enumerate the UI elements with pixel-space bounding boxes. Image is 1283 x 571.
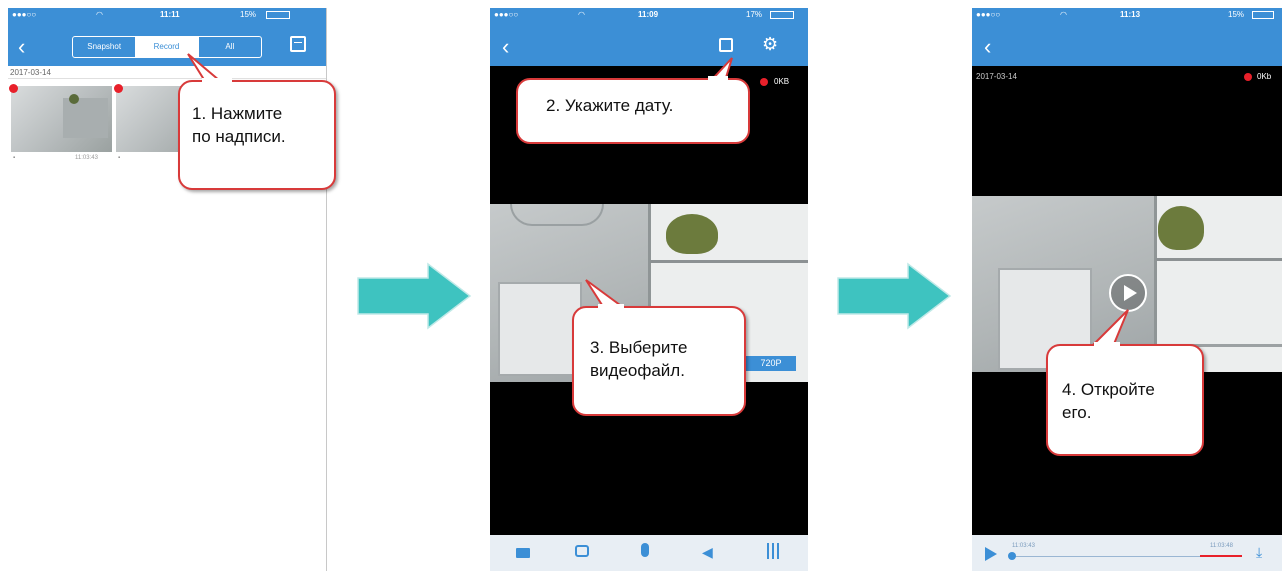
status-time: 11:13 [1120, 10, 1141, 19]
download-icon[interactable]: ⤓ [1256, 544, 1262, 561]
date-label: 2017-03-14 [976, 72, 1017, 81]
speaker-mute-icon[interactable]: ◀ [702, 544, 713, 561]
progress-segment [1200, 555, 1242, 557]
video-icon: ▪ [13, 155, 16, 161]
divider [8, 78, 326, 79]
list-item[interactable]: ▪ 11:03:43 [9, 84, 112, 161]
battery-icon [266, 11, 290, 19]
status-bar: ●●●○○ ◠ 11:13 15% [972, 8, 1282, 22]
video-icon[interactable] [516, 548, 530, 558]
status-time: 11:09 [638, 10, 659, 19]
back-button[interactable]: ‹ [18, 36, 25, 58]
wifi-icon: ◠ [1060, 10, 1067, 19]
status-time: 11:11 [160, 10, 180, 19]
gear-icon[interactable]: ⚙ [762, 34, 778, 54]
status-bar: ●●●○○ ◠ 11:11 15% [8, 8, 326, 22]
mic-icon[interactable] [641, 543, 649, 557]
signal-icon: ●●●○○ [494, 10, 519, 19]
toolbar: ◀ [490, 535, 808, 571]
battery-label: 17% [746, 10, 763, 19]
back-button[interactable]: ‹ [502, 36, 509, 58]
callout-pointer-cover [708, 76, 728, 82]
signal-icon: ●●●○○ [12, 10, 37, 19]
callout-3: 3. Выберите видеофайл. [572, 306, 746, 416]
tab-snapshot[interactable]: Snapshot [73, 37, 135, 57]
callout-1: 1. Нажмите по надписи. [178, 80, 336, 190]
back-button[interactable]: ‹ [984, 36, 991, 58]
callout-pointer-cover [598, 304, 624, 310]
player-bar: 11:03:43 11:03:48 ⤓ [972, 535, 1282, 571]
battery-icon [770, 11, 794, 19]
date-header: 2017-03-14 [10, 68, 51, 77]
thumbnail-image [11, 86, 112, 152]
equalizer-icon[interactable] [766, 543, 780, 559]
new-badge [9, 84, 18, 93]
start-time: 11:03:43 [1012, 543, 1035, 549]
arrow-right-icon [357, 262, 472, 330]
battery-label: 15% [240, 10, 257, 19]
arrow-right-icon [837, 262, 952, 330]
signal-icon: ●●●○○ [976, 10, 1001, 19]
wifi-icon: ◠ [578, 10, 585, 19]
progress-thumb[interactable] [1008, 552, 1016, 560]
callout-pointer-cover [202, 78, 232, 84]
rec-size: 0Kb [1257, 72, 1272, 81]
play-icon[interactable] [984, 547, 998, 561]
end-time: 11:03:48 [1210, 543, 1233, 549]
calendar-icon[interactable] [290, 36, 306, 52]
battery-icon [1252, 11, 1274, 19]
callout-pointer-cover [1094, 342, 1120, 348]
rec-size: 0KB [774, 77, 790, 86]
rec-dot-icon [1244, 73, 1252, 81]
calendar-icon[interactable] [719, 38, 733, 52]
battery-label: 15% [1228, 10, 1245, 19]
callout-4: 4. Откройте его. [1046, 344, 1204, 456]
phone-3: ●●●○○ ◠ 11:13 15% ‹ 2017-03-14 0Kb 11:03… [972, 8, 1282, 571]
new-badge [114, 84, 123, 93]
video-icon: ▪ [118, 155, 121, 161]
camera-icon[interactable] [575, 545, 589, 557]
wifi-icon: ◠ [96, 10, 103, 19]
callout-2: 2. Укажите дату. [516, 78, 750, 144]
rec-dot-icon [760, 78, 768, 86]
quality-badge[interactable]: 720P [746, 356, 796, 371]
thumb-time: 11:03:43 [75, 155, 98, 161]
status-bar: ●●●○○ ◠ 11:09 17% [490, 8, 808, 22]
